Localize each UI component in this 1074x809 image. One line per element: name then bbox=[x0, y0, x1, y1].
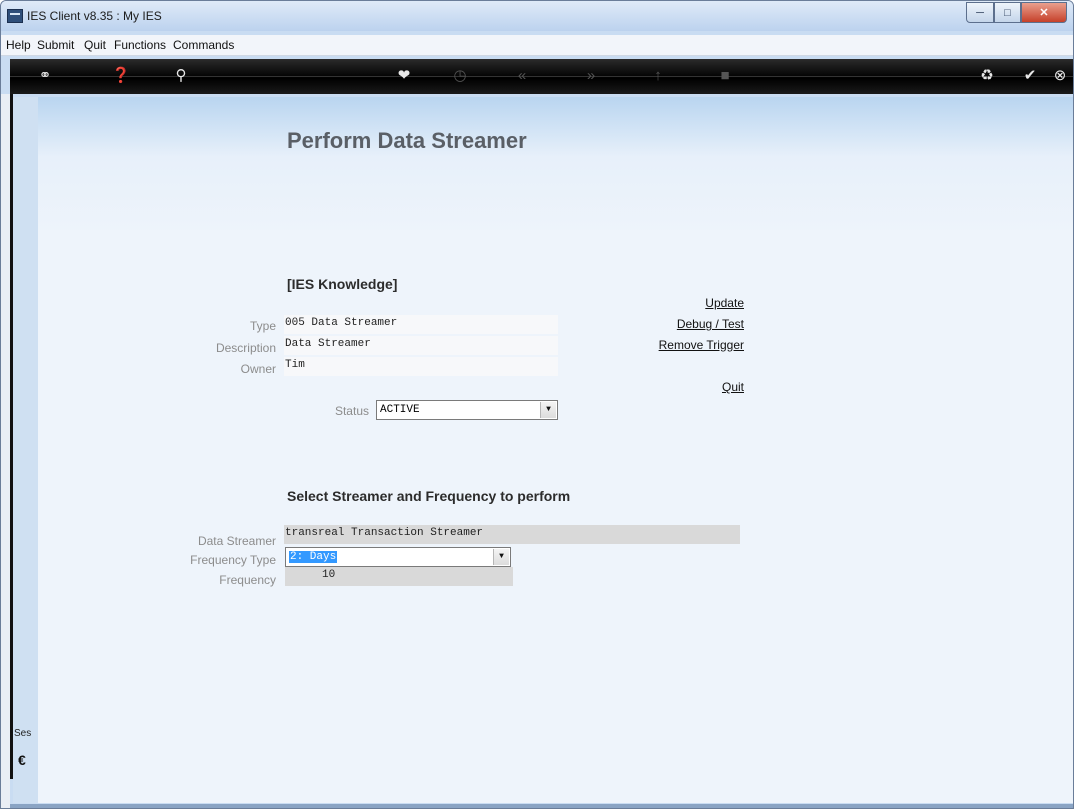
status-select[interactable]: ACTIVE ▼ bbox=[376, 400, 558, 420]
data-streamer-label: Data Streamer bbox=[197, 534, 276, 548]
description-label: Description bbox=[215, 341, 276, 355]
check-icon[interactable]: ✔ bbox=[1017, 65, 1043, 87]
maximize-button[interactable]: □ bbox=[994, 2, 1021, 23]
quit-link[interactable]: Quit bbox=[661, 380, 744, 394]
chevron-down-icon[interactable]: ▼ bbox=[540, 402, 556, 418]
frequency-type-label: Frequency Type bbox=[190, 553, 276, 567]
session-strip bbox=[13, 97, 38, 803]
streamer-heading: Select Streamer and Frequency to perform bbox=[287, 488, 571, 504]
type-label: Type bbox=[249, 319, 276, 333]
window-title: IES Client v8.35 : My IES bbox=[27, 9, 162, 23]
fast-forward-icon[interactable]: » bbox=[578, 65, 604, 87]
left-gutter bbox=[1, 94, 10, 808]
close-icon[interactable]: ⊗ bbox=[1047, 65, 1073, 87]
heart-icon[interactable]: ❤ bbox=[391, 65, 417, 87]
description-field: Data Streamer bbox=[284, 336, 558, 355]
menu-commands[interactable]: Commands bbox=[173, 38, 234, 52]
owner-label: Owner bbox=[240, 362, 276, 376]
menu-functions[interactable]: Functions bbox=[114, 38, 166, 52]
session-label: Ses bbox=[14, 728, 32, 739]
close-window-button[interactable]: ✕ bbox=[1021, 2, 1067, 23]
help-icon[interactable]: ❓ bbox=[108, 65, 134, 87]
search-icon[interactable]: ⚲ bbox=[168, 65, 194, 87]
data-streamer-field[interactable]: transreal Transaction Streamer bbox=[284, 525, 740, 544]
bottom-border bbox=[10, 804, 1073, 808]
menu-submit[interactable]: Submit bbox=[37, 38, 74, 52]
chevron-down-icon[interactable]: ▼ bbox=[493, 549, 509, 565]
menu-bar: Help Submit Quit Functions Commands bbox=[1, 35, 1073, 56]
window-controls: ─ □ ✕ bbox=[966, 2, 1067, 23]
content-panel bbox=[38, 97, 1073, 803]
rewind-icon[interactable]: « bbox=[509, 65, 535, 87]
clock-icon[interactable]: ◷ bbox=[447, 65, 473, 87]
status-label: Status bbox=[334, 404, 369, 418]
stop-icon[interactable]: ■ bbox=[712, 65, 738, 87]
maximize-icon: □ bbox=[1004, 6, 1011, 19]
page-title: Perform Data Streamer bbox=[287, 128, 527, 153]
session-icon[interactable]: € bbox=[18, 752, 26, 768]
type-field: 005 Data Streamer bbox=[284, 315, 558, 334]
close-icon: ✕ bbox=[1039, 7, 1049, 19]
remove-trigger-link[interactable]: Remove Trigger bbox=[601, 338, 744, 352]
recycle-icon[interactable]: ♻ bbox=[974, 65, 1000, 87]
debug-test-link[interactable]: Debug / Test bbox=[621, 317, 744, 331]
title-bar: IES Client v8.35 : My IES ─ □ ✕ bbox=[1, 1, 1073, 31]
app-icon[interactable] bbox=[7, 9, 23, 23]
owner-field: Tim bbox=[284, 357, 558, 376]
tools-icon[interactable]: ↑ bbox=[645, 65, 671, 87]
status-value: ACTIVE bbox=[380, 404, 420, 416]
frequency-type-value: 2: Days bbox=[289, 551, 338, 563]
app-window: IES Client v8.35 : My IES ─ □ ✕ Help Sub… bbox=[0, 0, 1074, 809]
update-link[interactable]: Update bbox=[641, 296, 744, 310]
key-icon[interactable]: ⚭ bbox=[32, 65, 58, 87]
toolbar: ⚭ ❓ ⚲ ❤ ◷ « » ↑ ■ ♻ ✔ ⊗ bbox=[10, 59, 1073, 94]
frequency-type-select[interactable]: 2: Days ▼ bbox=[285, 547, 511, 567]
frequency-label: Frequency bbox=[219, 573, 276, 587]
frequency-field[interactable]: 10 bbox=[285, 567, 513, 586]
minimize-icon: ─ bbox=[976, 6, 984, 19]
menu-help[interactable]: Help bbox=[6, 38, 31, 52]
menu-quit[interactable]: Quit bbox=[84, 38, 106, 52]
minimize-button[interactable]: ─ bbox=[966, 2, 994, 23]
knowledge-heading: [IES Knowledge] bbox=[287, 276, 398, 292]
